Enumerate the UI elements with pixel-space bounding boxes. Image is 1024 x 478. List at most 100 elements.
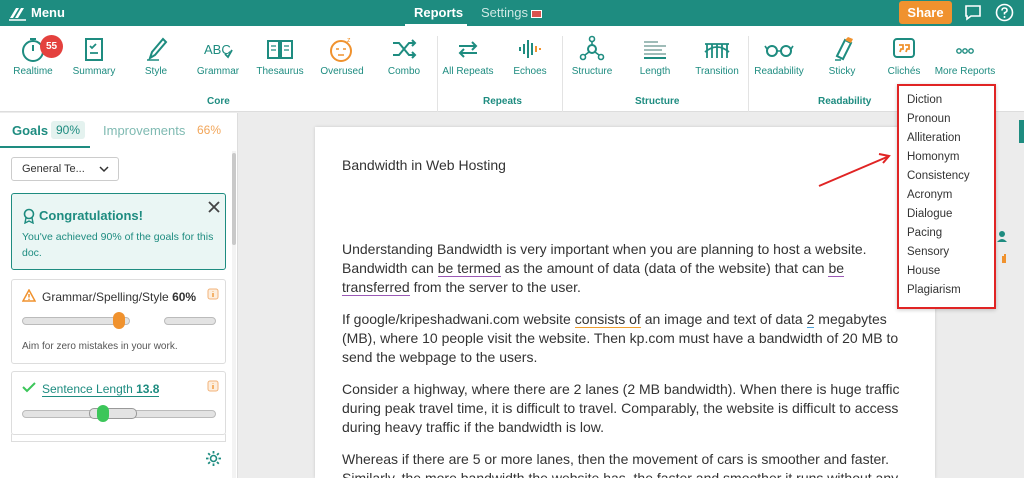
sleepy-face-icon: z	[330, 37, 352, 62]
tool-combo[interactable]: Combo	[371, 34, 437, 77]
side-tab[interactable]	[1019, 120, 1024, 143]
tool-label: Combo	[387, 66, 421, 77]
tool-thesaurus[interactable]: Thesaurus	[247, 34, 313, 77]
info-icon[interactable]	[207, 288, 219, 300]
tool-transition[interactable]: Transition	[684, 34, 750, 77]
tool-label: Echoes	[513, 66, 547, 77]
menu-item-sensory[interactable]: Sensory	[907, 246, 949, 258]
reports-toolbar: Realtime 55 Summary Style ABC Grammar Th…	[0, 26, 1024, 112]
award-ribbon-icon	[23, 208, 35, 224]
next-goal-card-edge	[11, 434, 226, 442]
flagged-phrase[interactable]: be termed	[437, 260, 501, 277]
menu-item-homonym[interactable]: Homonym	[907, 151, 959, 163]
document-title[interactable]: Bandwidth in Web Hosting	[342, 157, 506, 173]
share-button[interactable]: Share	[899, 1, 952, 24]
group-label-readability: Readability	[818, 96, 872, 107]
menu-button[interactable]: Menu	[31, 5, 65, 20]
menu-item-dialogue[interactable]: Dialogue	[907, 208, 952, 220]
goal-card-grammar[interactable]: Grammar/Spelling/Style 60% Aim for zero …	[11, 279, 226, 364]
glasses-icon	[764, 45, 794, 57]
paragraph-4[interactable]: Whereas if there are 5 or more lanes, th…	[342, 450, 912, 478]
chevron-down-icon	[99, 166, 109, 173]
ruler-icon	[644, 41, 666, 59]
tool-grammar[interactable]: ABC Grammar	[185, 34, 251, 77]
group-label-core: Core	[207, 96, 230, 107]
goal-name: Grammar/Spelling/Style	[42, 290, 169, 304]
more-dots-icon	[956, 48, 974, 54]
sentence-slider-range	[89, 408, 137, 419]
congratulations-banner: Congratulations! You've achieved 90% of …	[11, 193, 226, 270]
tab-reports[interactable]: Reports	[414, 5, 463, 20]
more-reports-menu: Diction Pronoun Alliteration Homonym Con…	[897, 84, 996, 309]
paragraph-2[interactable]: If google/kripeshadwani.com website cons…	[342, 310, 912, 367]
group-label-structure: Structure	[635, 96, 680, 107]
soundwave-icon	[519, 40, 541, 58]
text-run: an image and text of data	[640, 311, 807, 327]
tab-settings[interactable]: Settings	[481, 5, 542, 20]
tool-sticky[interactable]: Sticky	[809, 34, 875, 77]
menu-item-pacing[interactable]: Pacing	[907, 227, 942, 239]
menu-item-alliteration[interactable]: Alliteration	[907, 132, 961, 144]
tool-cliches[interactable]: Clichés	[871, 34, 937, 77]
logo-icon[interactable]	[8, 4, 28, 22]
tab-goals[interactable]: Goals	[12, 123, 48, 138]
menu-item-acronym[interactable]: Acronym	[907, 189, 952, 201]
tool-summary[interactable]: Summary	[61, 34, 127, 77]
document-type-select[interactable]: General Te...	[11, 157, 119, 181]
tool-readability[interactable]: Readability	[746, 34, 812, 77]
sentence-slider-knob[interactable]	[97, 405, 110, 422]
flagged-phrase[interactable]: consists of	[574, 311, 641, 328]
menu-item-plagiarism[interactable]: Plagiarism	[907, 284, 961, 296]
goal-card-title: Sentence Length 13.8	[42, 382, 160, 397]
tool-label: Structure	[571, 66, 613, 77]
clipboard-icon	[85, 38, 103, 61]
text-run: from the server to the user.	[409, 279, 581, 295]
goal-card-sentence-length[interactable]: Sentence Length 13.8	[11, 371, 226, 435]
quote-icon	[893, 38, 915, 58]
uk-flag-icon	[530, 9, 542, 18]
tool-label: Overused	[320, 66, 364, 77]
paragraph-1[interactable]: Understanding Bandwidth is very importan…	[342, 240, 912, 297]
tab-improvements[interactable]: Improvements	[103, 123, 185, 138]
tool-label: Thesaurus	[256, 66, 304, 77]
menu-item-consistency[interactable]: Consistency	[907, 170, 970, 182]
help-icon[interactable]	[995, 3, 1014, 22]
grammar-slider-knob[interactable]	[113, 312, 125, 329]
realtime-badge: 55	[40, 35, 63, 58]
svg-text:z: z	[347, 37, 351, 44]
paragraph-3[interactable]: Consider a highway, where there are 2 la…	[342, 380, 912, 437]
pen-icon	[147, 37, 168, 61]
tool-label: Clichés	[887, 66, 921, 77]
info-icon[interactable]	[207, 380, 219, 392]
warning-icon	[22, 289, 36, 302]
menu-item-diction[interactable]: Diction	[907, 94, 942, 106]
tab-settings-label: Settings	[481, 5, 528, 20]
close-icon[interactable]	[205, 198, 223, 216]
repeat-icon	[458, 41, 478, 58]
tool-overused[interactable]: z Overused	[309, 34, 375, 77]
nodes-icon	[579, 35, 605, 61]
tool-label: Grammar	[196, 66, 240, 77]
congratulations-title: Congratulations!	[39, 208, 143, 223]
tool-length[interactable]: Length	[622, 34, 688, 77]
annotation-arrow-icon	[818, 153, 891, 187]
tool-all-repeats[interactable]: All Repeats	[435, 34, 501, 77]
menu-item-pronoun[interactable]: Pronoun	[907, 113, 950, 125]
tool-label: Summary	[72, 66, 116, 77]
tool-style[interactable]: Style	[123, 34, 189, 77]
scrollbar-thumb[interactable]	[232, 153, 236, 245]
tool-echoes[interactable]: Echoes	[497, 34, 563, 77]
menu-item-house[interactable]: House	[907, 265, 940, 277]
tool-label: Style	[144, 66, 168, 77]
goal-card-title: Grammar/Spelling/Style 60%	[42, 290, 196, 304]
gear-icon[interactable]	[205, 450, 222, 467]
group-label-repeats: Repeats	[483, 96, 522, 107]
book-icon	[267, 40, 293, 59]
comment-icon[interactable]	[964, 4, 982, 21]
tool-structure[interactable]: Structure	[559, 34, 625, 77]
grammar-slider-right	[164, 317, 216, 325]
goal-value: 60%	[172, 290, 197, 304]
tool-more-reports[interactable]: More Reports	[932, 34, 998, 77]
tool-label: More Reports	[934, 66, 996, 77]
tool-label: Readability	[754, 66, 804, 77]
